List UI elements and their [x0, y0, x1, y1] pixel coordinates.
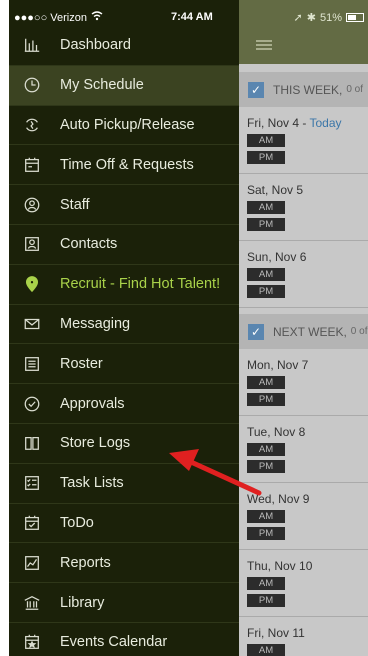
sidebar-item-label: Staff	[60, 196, 90, 213]
day-label: Sat, Nov 5	[247, 183, 304, 197]
sidebar-item-auto-pickup-release[interactable]: Auto Pickup/Release	[9, 106, 239, 146]
sidebar-item-label: Library	[60, 594, 105, 611]
red-arrow-annotation	[169, 449, 262, 496]
day-row[interactable]: Fri, Nov 11AMPM	[239, 617, 368, 656]
sidebar-item-label: Time Off & Requests	[60, 156, 194, 173]
sidebar-item-label: Messaging	[60, 315, 131, 332]
sidebar-item-roster[interactable]: Roster	[9, 344, 239, 385]
pm-slot[interactable]: PM	[247, 285, 285, 298]
clock-time: 7:44 AM	[171, 11, 213, 23]
am-slot[interactable]: AM	[247, 134, 285, 147]
location-icon: ➚	[293, 12, 303, 24]
sidebar-item-my-schedule[interactable]: My Schedule	[9, 65, 239, 106]
checklist-icon	[22, 473, 42, 493]
day-label: Thu, Nov 10	[247, 559, 313, 573]
next-week-header[interactable]: ✓ NEXT WEEK, 0 of	[239, 314, 368, 349]
battery-percent: 51%	[319, 11, 342, 24]
sidebar-item-messaging[interactable]: Messaging	[9, 305, 239, 345]
person-circle-icon	[22, 195, 42, 215]
pm-slot[interactable]: PM	[247, 151, 285, 164]
am-slot[interactable]: AM	[247, 510, 285, 523]
this-week-header[interactable]: ✓ THIS WEEK, 0 of	[239, 72, 368, 107]
bluetooth-icon: ✱	[306, 12, 316, 24]
day-label: Fri, Nov 11	[247, 626, 305, 640]
pm-slot[interactable]: PM	[247, 218, 285, 231]
sidebar-item-label: Store Logs	[60, 435, 131, 452]
status-bar: ●●●○○ Verizon 7:44 AM ➚ ✱ 51%	[9, 0, 368, 36]
next-week-label: NEXT WEEK,	[273, 324, 347, 339]
sidebar-item-label: ToDo	[60, 514, 94, 531]
day-label: Mon, Nov 7	[247, 358, 309, 372]
sidebar-item-time-off-requests[interactable]: Time Off & Requests	[9, 145, 239, 186]
today-badge: Today	[309, 116, 342, 130]
line-chart-icon	[22, 553, 42, 573]
pm-slot[interactable]: PM	[247, 594, 285, 607]
check-circle-icon	[22, 394, 42, 414]
pm-slot[interactable]: PM	[247, 527, 285, 540]
am-slot[interactable]: AM	[247, 268, 285, 281]
sidebar-item-staff[interactable]: Staff	[9, 185, 239, 225]
next-week-count: 0 of	[350, 326, 368, 337]
sidebar-item-recruit-find-hot-talent[interactable]: Recruit - Find Hot Talent!	[9, 265, 239, 305]
sidebar-item-label: Contacts	[60, 236, 118, 253]
sidebar-item-label: My Schedule	[60, 77, 144, 94]
clock-icon	[22, 75, 42, 95]
sidebar-item-label: Task Lists	[60, 475, 124, 492]
contact-card-icon	[22, 234, 42, 254]
phone-screen: ●●●○○ Verizon 7:44 AM ➚ ✱ 51% Dashboard M…	[9, 0, 368, 656]
pm-slot[interactable]: PM	[247, 393, 285, 406]
todo-calendar-icon	[22, 513, 42, 533]
sidebar-item-events-calendar[interactable]: Events Calendar	[9, 623, 239, 656]
sidebar-item-contacts[interactable]: Contacts	[9, 225, 239, 265]
envelope-icon	[22, 314, 42, 334]
am-slot[interactable]: AM	[247, 644, 285, 656]
map-pin-icon	[22, 274, 42, 294]
day-label: Fri, Nov 4 -	[247, 116, 310, 130]
side-menu: Dashboard My Schedule Auto Pickup/Release T…	[9, 0, 239, 656]
am-slot[interactable]: AM	[247, 201, 285, 214]
sidebar-item-label: Dashboard	[60, 37, 131, 54]
sidebar-item-label: Approvals	[60, 395, 125, 412]
library-icon	[22, 593, 42, 613]
sidebar-item-label: Auto Pickup/Release	[60, 116, 195, 133]
schedule-panel[interactable]: ✓ THIS WEEK, 0 of ✓ NEXT WEEK, 0 of Fri,…	[239, 0, 368, 656]
book-icon	[22, 433, 42, 453]
sidebar-item-reports[interactable]: Reports	[9, 543, 239, 584]
am-slot[interactable]: AM	[247, 577, 285, 590]
checkbox-icon[interactable]: ✓	[248, 323, 264, 340]
sidebar-item-label: Events Calendar	[60, 634, 168, 651]
carrier-label: ●●●○○ Verizon	[14, 11, 87, 24]
sidebar-item-approvals[interactable]: Approvals	[9, 384, 239, 424]
wifi-icon	[91, 11, 103, 24]
checkbox-icon[interactable]: ✓	[248, 81, 264, 98]
list-icon	[22, 354, 42, 374]
hamburger-menu-icon[interactable]	[256, 40, 272, 50]
refresh-icon	[22, 115, 42, 135]
day-label: Sun, Nov 6	[247, 250, 307, 264]
day-row[interactable]: Thu, Nov 10 AM PM	[239, 550, 368, 617]
day-row[interactable]: Mon, Nov 7 AM PM	[239, 349, 368, 416]
calendar-icon	[22, 155, 42, 175]
this-week-count: 0 of	[346, 84, 364, 95]
day-row[interactable]: Sun, Nov 6 AM PM	[239, 241, 368, 308]
bar-chart-icon	[22, 35, 42, 55]
day-row[interactable]: Fri, Nov 4 - Today AM PM	[239, 107, 368, 174]
battery-icon	[346, 13, 364, 22]
sidebar-item-label: Recruit - Find Hot Talent!	[60, 276, 221, 293]
am-slot[interactable]: AM	[247, 376, 285, 389]
day-row[interactable]: Sat, Nov 5 AM PM	[239, 174, 368, 241]
star-calendar-icon	[22, 632, 42, 652]
sidebar-item-todo[interactable]: ToDo	[9, 504, 239, 544]
menu-list: Dashboard My Schedule Auto Pickup/Release T…	[9, 26, 239, 656]
this-week-label: THIS WEEK,	[273, 82, 343, 97]
sidebar-item-label: Roster	[60, 355, 103, 372]
sidebar-item-label: Reports	[60, 554, 111, 571]
sidebar-item-library[interactable]: Library	[9, 583, 239, 623]
